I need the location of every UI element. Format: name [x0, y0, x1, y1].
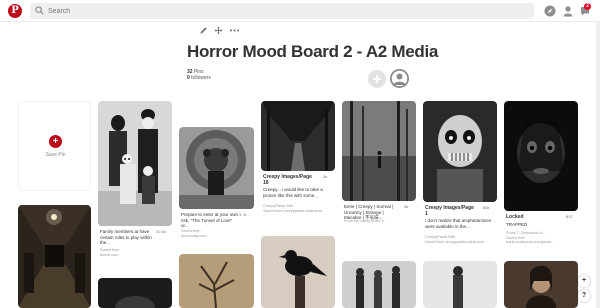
pin-save-count: 4k [404, 204, 409, 209]
pin-title[interactable]: Locked [506, 214, 558, 220]
pin-card-tree[interactable] [179, 254, 254, 308]
pin-save-count: 837 [566, 214, 573, 219]
pin-card-dark[interactable] [98, 278, 172, 308]
pin-image-figures[interactable] [342, 261, 416, 308]
pin-source[interactable]: Saved from dumpaday.com [181, 229, 207, 238]
profile-icon[interactable] [562, 5, 574, 17]
pin-image-family-photo[interactable] [98, 101, 172, 226]
pin-image-tunnel-of-love[interactable] [179, 127, 254, 209]
pin-title[interactable]: Creepy Images/Page 1 [425, 205, 477, 217]
save-pin-card[interactable]: + Save Pin [18, 101, 91, 191]
pin-source[interactable]: Frank T. Zumbachs M... Saved from frankroz… [506, 231, 578, 245]
pin-card-creepy-18[interactable]: Creepy Images/Page 18 3k Creepy... i wou… [261, 101, 335, 229]
pin-image-trapped-face[interactable] [504, 101, 578, 211]
save-pin-label: Save Pin [45, 152, 66, 158]
move-arrows-icon[interactable] [214, 26, 223, 35]
board-owner-avatar[interactable] [390, 69, 409, 88]
pin-image-forest-path[interactable] [261, 101, 335, 171]
pin-card-eerie[interactable]: Eerie | Creepy | Surreal | Uncanny | Str… [342, 101, 416, 224]
plus-icon [373, 75, 381, 83]
user-avatar-icon [390, 69, 409, 88]
top-navigation-bar: P 2 [0, 0, 600, 22]
pin-description: I don't realize that amphetamines were a… [425, 218, 492, 229]
search-icon [35, 6, 44, 15]
pin-image-dark-hallway[interactable] [18, 205, 91, 308]
pin-card-figure[interactable] [423, 261, 497, 308]
pin-description: TRAPPED. [506, 222, 529, 227]
pin-image-skull-child[interactable] [423, 101, 497, 202]
more-options-icon[interactable] [229, 26, 240, 35]
pin-save-count: 10.5k [156, 229, 166, 234]
pin-image-foggy-forest[interactable] [342, 101, 416, 201]
pin-card-hallway[interactable] [18, 205, 91, 308]
pin-image-bare-tree[interactable] [179, 254, 254, 308]
board-title: Horror Mood Board 2 - A2 Media [187, 42, 439, 61]
edit-pencil-icon[interactable] [199, 26, 208, 35]
pin-save-count: 3k [323, 174, 328, 179]
pin-card-figures[interactable] [342, 261, 416, 308]
pin-card-creepy-1[interactable]: Creepy Images/Page 1 86k I don't realize… [423, 101, 497, 254]
add-collaborator-button[interactable] [368, 70, 386, 88]
pin-image-figure[interactable] [423, 261, 497, 308]
followers-count[interactable]: 0 followers [187, 75, 211, 81]
pin-description: Creepy... i would like to take a picture… [263, 187, 323, 198]
pin-title[interactable]: Creepy Images/Page 18 [263, 174, 318, 186]
pinterest-logo-icon[interactable]: P [8, 4, 22, 18]
pin-source[interactable]: From the valley to the e... [344, 219, 414, 224]
explore-compass-icon[interactable] [544, 5, 556, 17]
add-pin-icon[interactable]: + [49, 135, 62, 148]
pin-card-woman[interactable] [504, 261, 578, 308]
pin-image-woman[interactable] [504, 261, 578, 308]
pin-card-tunnel[interactable]: Prepare to enter at your own risk. "The … [179, 127, 254, 239]
pin-image-crow[interactable] [261, 236, 335, 308]
search-input[interactable] [48, 3, 528, 19]
add-floating-button[interactable]: + [578, 275, 590, 287]
pin-save-count: 3.7k [239, 212, 247, 217]
pin-card-crow[interactable] [261, 236, 335, 308]
help-button[interactable]: ? [578, 290, 590, 302]
pin-description: Family members at have certain roles to … [100, 229, 152, 245]
pin-card-family[interactable]: Family members at have certain roles to … [98, 101, 172, 261]
pin-card-locked[interactable]: Locked 837 TRAPPED. Frank T. Zumbachs M.… [504, 101, 578, 251]
page-scrollbar[interactable] [596, 22, 600, 308]
search-bar[interactable] [30, 3, 534, 19]
pin-description: Prepare to enter at your own risk. "The … [181, 212, 239, 228]
pin-save-count: 86k [483, 205, 490, 210]
pin-source[interactable]: CreepyPasta Wiki Saved from creepypasta.w… [263, 204, 333, 213]
notification-count-badge: 2 [584, 3, 591, 10]
pin-source[interactable]: CreepyPasta Wiki Saved from creepypasta.w… [425, 235, 495, 244]
board-stats: 32 Pins 0 followers [187, 69, 211, 81]
pin-image-dark[interactable] [98, 278, 172, 308]
pin-source[interactable]: Saved from tumblr.com [100, 248, 119, 257]
